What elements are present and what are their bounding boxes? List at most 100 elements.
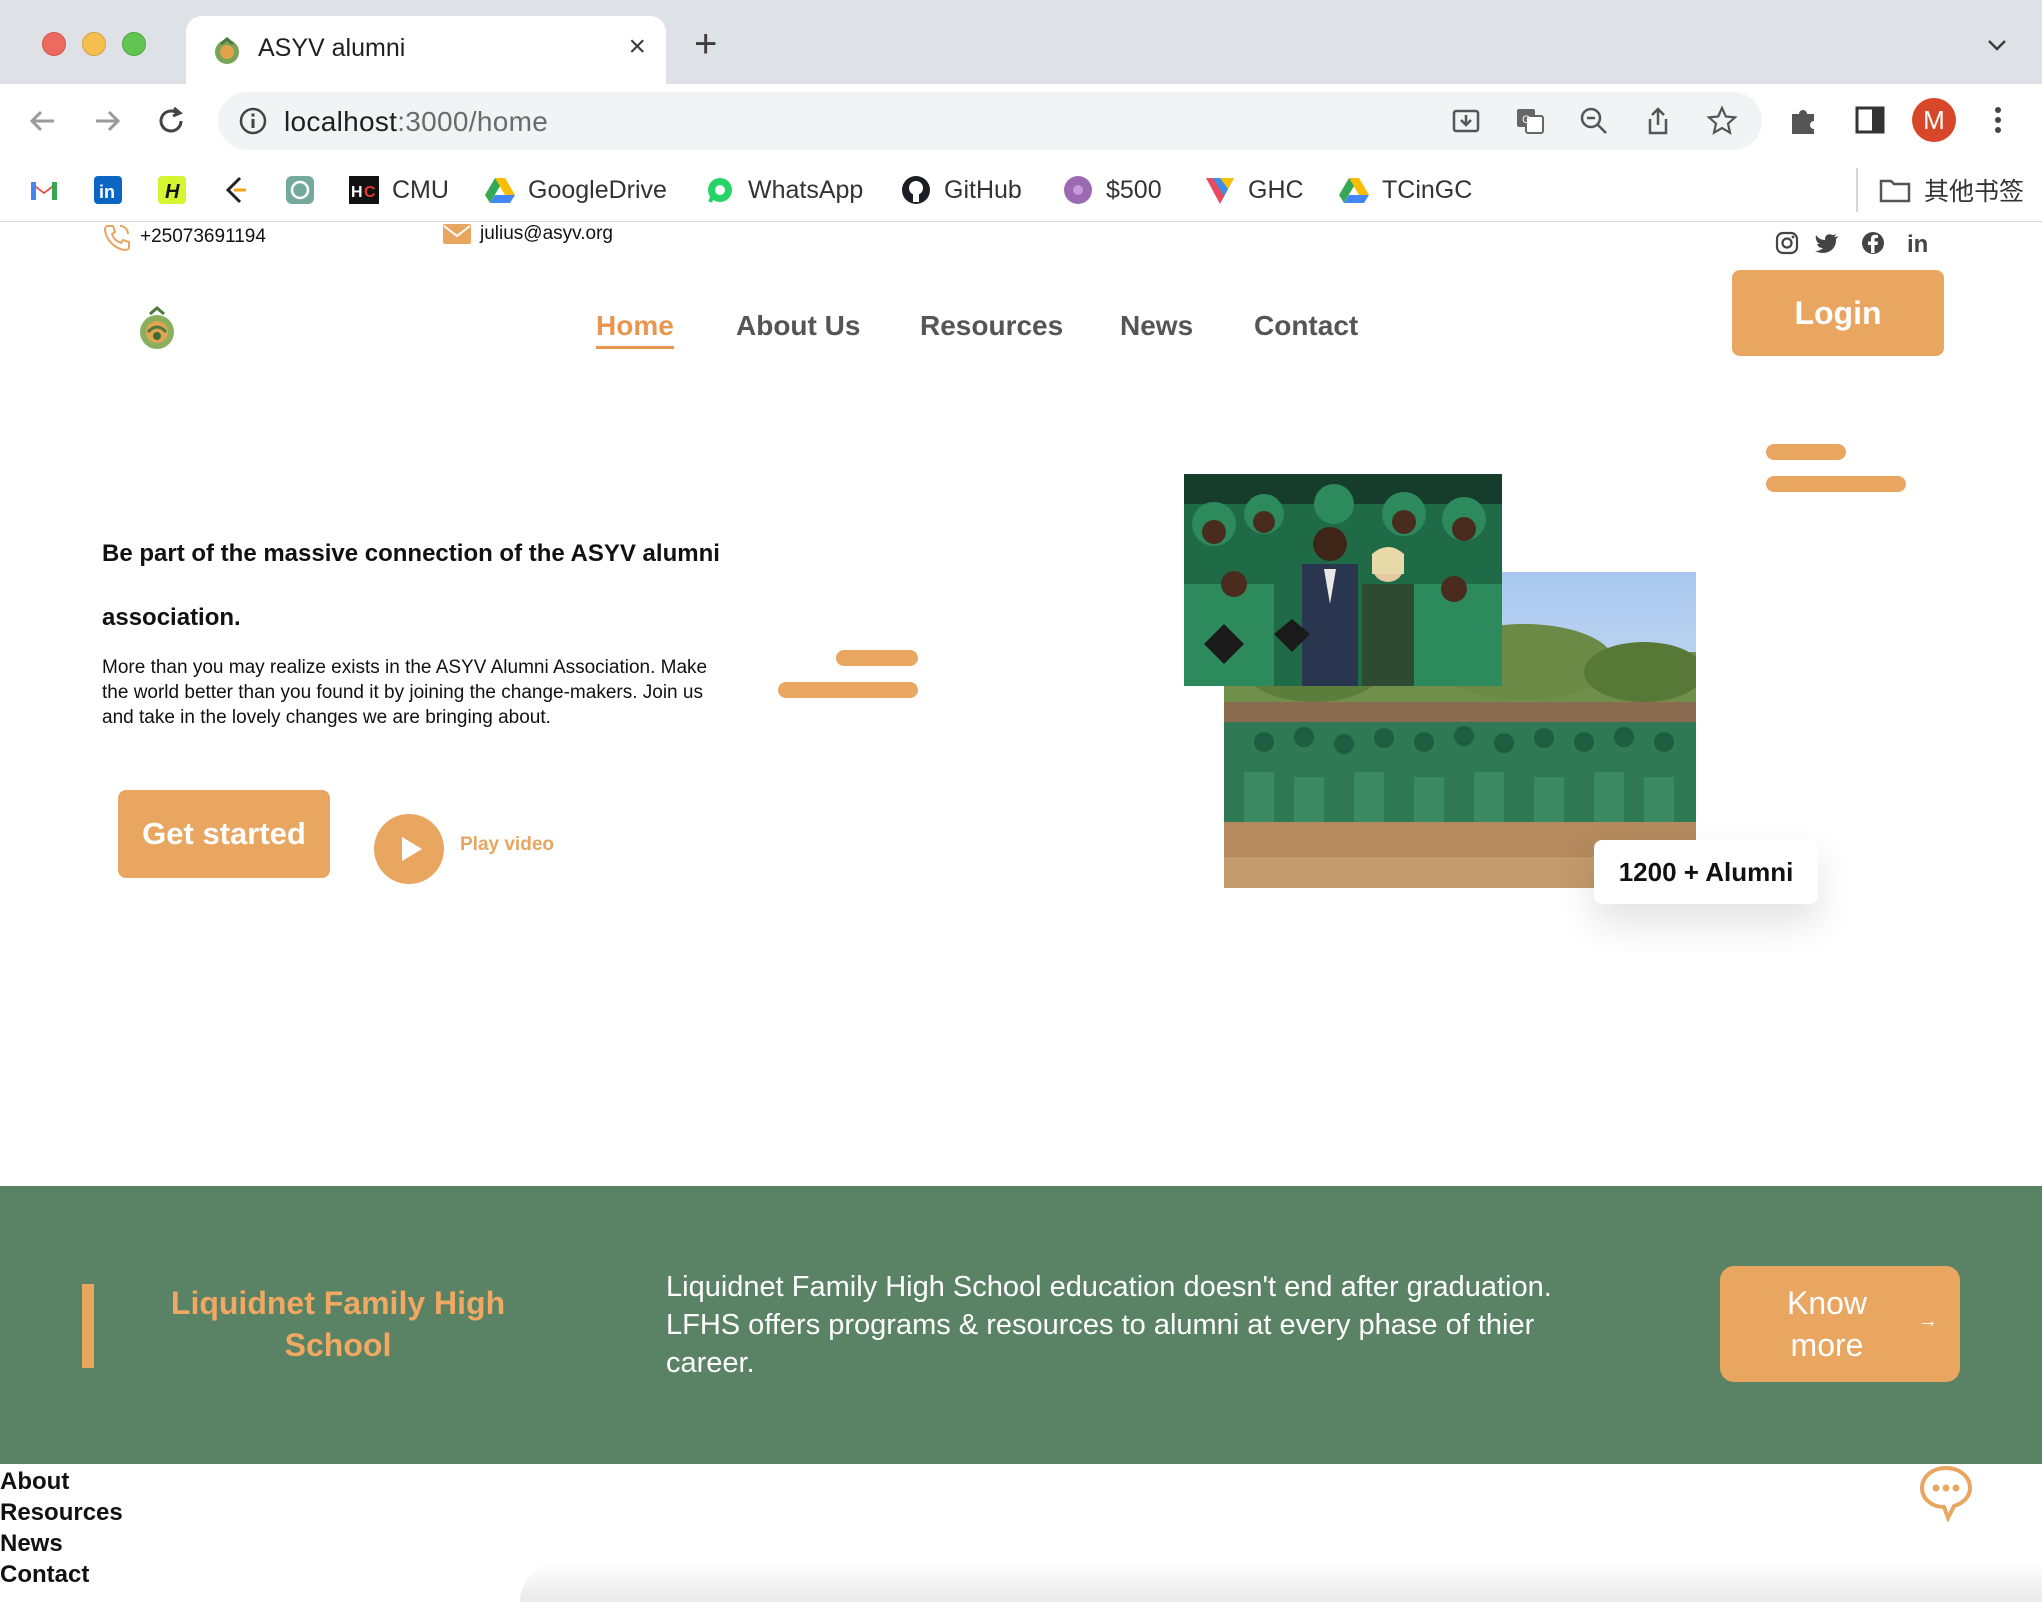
twitter-icon[interactable] [1814,230,1840,256]
folder-icon [1879,179,1911,203]
school-info-section: Liquidnet Family High School Liquidnet F… [0,1186,2042,1464]
hero-title: Be part of the massive connection of the… [102,540,720,631]
svg-text:C: C [364,184,376,201]
accent-bar [82,1284,94,1368]
handshake-icon: H [158,176,186,204]
bookmark-github[interactable]: GitHub [900,168,1022,212]
bookmark-handshake[interactable]: H [156,168,200,212]
linkedin-social-icon[interactable]: in [1906,230,1932,256]
bookmark-leetcode[interactable] [220,168,264,212]
google-drive-icon [1339,178,1369,203]
website: +25073691194 julius@asyv.org in Home Abo… [0,222,2042,1602]
graduates-with-president-photo [1184,474,1502,686]
chatgpt-icon [286,176,314,204]
footer-link-contact[interactable]: Contact [0,1559,123,1590]
back-arrow-icon[interactable] [24,102,62,140]
know-more-button[interactable]: Know more → [1720,1266,1960,1382]
alumni-count-badge: 1200 + Alumni [1594,840,1818,904]
svg-text:H: H [165,181,180,203]
decorative-pill [1766,444,1846,460]
bookmark-googledrive[interactable]: GoogleDrive [484,168,667,212]
svg-text:in: in [99,182,115,202]
bookmarks-divider [1856,168,1858,212]
bookmark-linkedin[interactable]: in [92,168,136,212]
bookmark-500[interactable]: $500 [1062,168,1162,212]
arrow-right-icon: → [1918,1310,1938,1332]
nav-resources[interactable]: Resources [920,310,1063,342]
facebook-icon[interactable] [1860,230,1886,256]
browser-toolbar: localhost:3000/home G M [0,84,2042,158]
whatsapp-icon [708,178,732,203]
email-contact[interactable]: julius@asyv.org [442,222,613,246]
hero-description: More than you may realize exists in the … [102,657,708,728]
get-started-button[interactable]: Get started [118,790,330,878]
footer-links: About Resources News Contact [0,1466,123,1590]
browser-menu-icon[interactable] [1980,102,2016,138]
close-tab-icon[interactable]: × [628,32,646,62]
browser-tabstrip: ASYV alumni × + [0,0,2042,84]
email-address: julius@asyv.org [480,223,613,244]
tab-title: ASYV alumni [258,34,406,62]
chevron-down-icon[interactable] [1986,34,2008,56]
footer-link-resources[interactable]: Resources [0,1497,123,1528]
footer-shadow [520,1562,2042,1602]
footer-link-about[interactable]: About [0,1466,123,1497]
phone-contact[interactable]: +25073691194 [102,222,266,252]
bookmark-gmail[interactable] [28,168,72,212]
google-drive-icon [485,178,515,203]
bookmark-chatgpt[interactable] [284,168,328,212]
site-info-icon[interactable] [238,106,268,136]
minimize-window-button[interactable] [82,32,106,56]
nav-news[interactable]: News [1120,310,1193,342]
side-panel-icon[interactable] [1852,102,1888,138]
footer-link-news[interactable]: News [0,1528,123,1559]
bookmark-star-icon[interactable] [1706,105,1738,137]
leetcode-icon [225,176,246,204]
decorative-pill [836,650,918,666]
asyv-logo-icon [215,37,239,64]
other-bookmarks-folder[interactable]: 其他书签 [1878,168,2024,212]
play-video-link[interactable]: Play video [460,834,554,856]
login-button[interactable]: Login [1732,270,1944,356]
address-bar[interactable]: localhost:3000/home G [218,92,1762,150]
reload-icon[interactable] [152,102,190,140]
share-icon[interactable] [1642,105,1674,137]
purple-circle-icon [1064,176,1092,204]
close-window-button[interactable] [42,32,66,56]
phone-icon [103,225,130,252]
bookmark-cmu[interactable]: H C CMU [348,168,449,212]
nav-home[interactable]: Home [596,310,674,349]
maximize-window-button[interactable] [122,32,146,56]
decorative-pill [1766,476,1906,492]
bookmark-ghc[interactable]: GHC [1204,168,1304,212]
github-icon [902,176,930,204]
hc-icon: H C [349,176,379,204]
forward-arrow-icon[interactable] [88,102,126,140]
play-icon[interactable] [374,814,444,884]
url-text[interactable]: localhost:3000/home [284,106,548,138]
instagram-icon[interactable] [1774,230,1800,256]
zoom-out-icon[interactable] [1578,105,1610,137]
svg-text:in: in [1907,231,1928,256]
decorative-pill [778,682,918,698]
nav-about-us[interactable]: About Us [736,310,860,342]
profile-avatar[interactable]: M [1912,98,1956,142]
svg-text:H: H [351,184,363,201]
browser-tab-active[interactable]: ASYV alumni × [186,16,666,84]
linkedin-icon: in [94,176,122,204]
bookmark-tcingc[interactable]: TCinGC [1338,168,1472,212]
svg-text:G: G [1522,114,1531,126]
new-tab-button[interactable]: + [694,24,717,64]
bookmark-whatsapp[interactable]: WhatsApp [704,168,863,212]
install-app-icon[interactable] [1450,105,1482,137]
mail-icon [443,224,471,244]
chat-bubble-icon[interactable] [1918,1464,1974,1522]
site-logo[interactable] [136,306,178,352]
extensions-puzzle-icon[interactable] [1786,102,1822,138]
nav-contact[interactable]: Contact [1254,310,1358,342]
phone-number: +25073691194 [140,226,266,247]
translate-icon[interactable]: G [1514,105,1546,137]
ghc-icon [1206,178,1234,204]
bookmarks-bar: in H H C CMU GoogleDrive WhatsApp GitHub… [0,158,2042,222]
know-more-label: Know more [1786,1285,1868,1363]
